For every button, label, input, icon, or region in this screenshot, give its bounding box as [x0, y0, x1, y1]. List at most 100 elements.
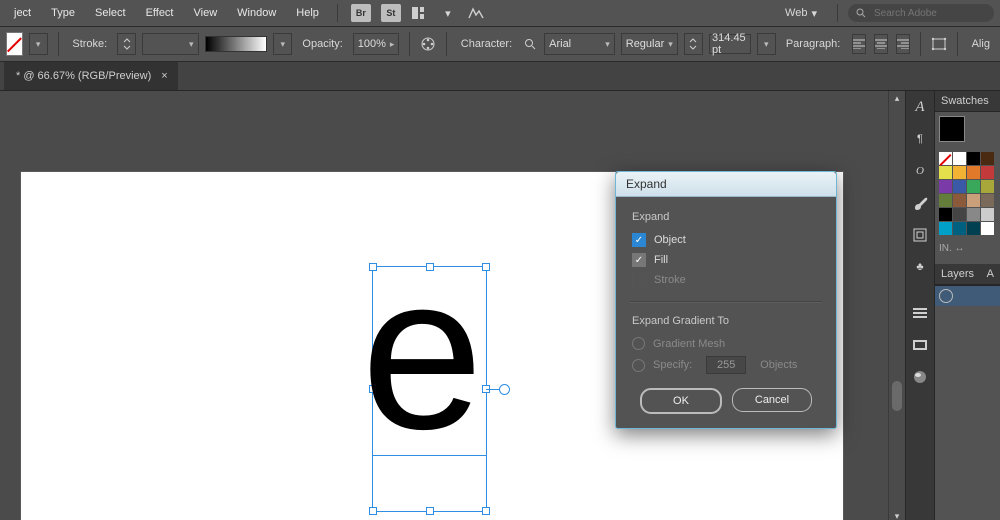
swatch-cell[interactable]: [953, 152, 966, 165]
menu-window[interactable]: Window: [229, 3, 284, 23]
swatches-body: IN. ↔: [935, 112, 1000, 258]
swatch-cell[interactable]: [953, 180, 966, 193]
opacity-label: Opacity:: [302, 38, 342, 50]
menu-view[interactable]: View: [186, 3, 226, 23]
fill-none-swatch[interactable]: [6, 32, 23, 56]
menu-type[interactable]: Type: [43, 3, 83, 23]
layers-label: Layers: [941, 268, 974, 280]
swatch-cell[interactable]: [981, 194, 994, 207]
swatch-cell[interactable]: [981, 166, 994, 179]
dialog-titlebar[interactable]: Expand: [616, 172, 836, 197]
handle-bl[interactable]: [369, 507, 377, 515]
gradient-mesh-radio-row: Gradient Mesh: [632, 337, 820, 350]
appearance-panel-icon[interactable]: [910, 367, 930, 387]
swatch-cell[interactable]: [939, 166, 952, 179]
arrange-docs-icon[interactable]: [411, 4, 429, 22]
menu-select[interactable]: Select: [87, 3, 134, 23]
swatch-cell[interactable]: [939, 152, 952, 165]
swatch-cell[interactable]: [953, 194, 966, 207]
opacity-input[interactable]: 100%▸: [353, 33, 400, 55]
swatch-cell[interactable]: [967, 152, 980, 165]
bridge-icon[interactable]: Br: [351, 4, 371, 22]
symbols-panel-icon[interactable]: [910, 225, 930, 245]
font-style-dropdown[interactable]: Regular▾: [621, 33, 678, 55]
scroll-thumb[interactable]: [892, 381, 902, 411]
stroke-weight-stepper[interactable]: [117, 33, 136, 55]
swatch-cell[interactable]: [953, 222, 966, 235]
search-box[interactable]: [848, 4, 994, 22]
transform-icon[interactable]: [931, 37, 947, 51]
specify-radio-row: Specify: 255 Objects: [632, 356, 820, 374]
swatch-cell[interactable]: [967, 208, 980, 221]
scroll-down-icon[interactable]: ▾: [889, 509, 905, 520]
glyphs-panel-icon[interactable]: O: [910, 161, 930, 181]
menu-effect[interactable]: Effect: [138, 3, 182, 23]
swatch-cell[interactable]: [981, 208, 994, 221]
document-tab-bar: * @ 66.67% (RGB/Preview) ×: [0, 62, 1000, 91]
stock-icon[interactable]: St: [381, 4, 401, 22]
type-panel-icon[interactable]: A: [910, 97, 930, 117]
font-size-stepper[interactable]: [684, 33, 703, 55]
scroll-up-icon[interactable]: ▴: [889, 91, 905, 105]
swatch-cell[interactable]: [953, 208, 966, 221]
swatches-tab[interactable]: Swatches: [935, 91, 1000, 112]
handle-br[interactable]: [482, 507, 490, 515]
swatch-cell[interactable]: [967, 194, 980, 207]
fill-checkbox-row[interactable]: ✓ Fill: [632, 253, 820, 267]
brush-dropdown[interactable]: ▾: [273, 33, 292, 55]
layers-tab[interactable]: Layers A: [935, 264, 1000, 285]
fill-dropdown[interactable]: ▾: [29, 33, 48, 55]
swatch-cell[interactable]: [967, 180, 980, 193]
handle-bm[interactable]: [426, 507, 434, 515]
stroke-label: Stroke:: [72, 38, 107, 50]
visibility-icon[interactable]: [939, 289, 953, 303]
swatch-cell[interactable]: [939, 180, 952, 193]
swatch-cell[interactable]: [967, 222, 980, 235]
font-size-dropdown[interactable]: ▾: [757, 33, 776, 55]
font-size-value: 314.45 pt: [712, 32, 748, 56]
swatch-cell[interactable]: [953, 166, 966, 179]
text-object[interactable]: e: [361, 242, 483, 462]
spade-icon[interactable]: ♣: [910, 257, 930, 277]
object-checkbox-row[interactable]: ✓ Object: [632, 233, 820, 247]
swatch-cell[interactable]: [939, 208, 952, 221]
menu-help[interactable]: Help: [288, 3, 327, 23]
artboards-panel-icon[interactable]: [910, 335, 930, 355]
menu-lines-icon[interactable]: [910, 303, 930, 323]
ok-button[interactable]: OK: [640, 388, 722, 414]
checkbox-checked-icon[interactable]: ✓: [632, 253, 646, 267]
align-right-button[interactable]: [896, 34, 910, 54]
search-input[interactable]: [872, 7, 986, 20]
brush-definition[interactable]: [205, 36, 268, 52]
rotate-handle[interactable]: [499, 384, 510, 395]
current-fill-swatch[interactable]: [939, 116, 965, 142]
swatch-cell[interactable]: [981, 180, 994, 193]
document-tab[interactable]: * @ 66.67% (RGB/Preview) ×: [4, 62, 178, 90]
swatch-cell[interactable]: [939, 194, 952, 207]
font-size-input[interactable]: 314.45 pt: [709, 34, 751, 54]
workspace-switcher[interactable]: Web ▾: [785, 7, 817, 20]
cancel-button[interactable]: Cancel: [732, 388, 812, 412]
close-tab-icon[interactable]: ×: [161, 70, 167, 82]
layer-row[interactable]: [935, 285, 1000, 306]
search-icon: [856, 8, 866, 18]
recolor-icon[interactable]: [420, 36, 436, 52]
paragraph-panel-icon[interactable]: ¶: [910, 129, 930, 149]
expand-dialog: Expand Expand ✓ Object ✓ Fill Stroke: [615, 171, 837, 429]
menu-object[interactable]: ject: [6, 3, 39, 23]
align-left-button[interactable]: [852, 34, 866, 54]
chevron-down-icon[interactable]: ▾: [439, 4, 457, 22]
swatch-grid: [939, 152, 996, 235]
swatch-cell[interactable]: [981, 152, 994, 165]
align-center-button[interactable]: [874, 34, 888, 54]
gpu-icon[interactable]: [467, 4, 485, 22]
checkbox-unchecked-icon: [632, 273, 646, 287]
swatch-cell[interactable]: [981, 222, 994, 235]
stroke-profile-dropdown[interactable]: ▾: [142, 33, 198, 55]
vertical-scrollbar[interactable]: ▴ ▾: [888, 91, 905, 520]
font-family-dropdown[interactable]: Arial▾: [544, 33, 615, 55]
swatch-cell[interactable]: [967, 166, 980, 179]
swatch-cell[interactable]: [939, 222, 952, 235]
checkbox-checked-icon[interactable]: ✓: [632, 233, 646, 247]
brushes-panel-icon[interactable]: [910, 193, 930, 213]
